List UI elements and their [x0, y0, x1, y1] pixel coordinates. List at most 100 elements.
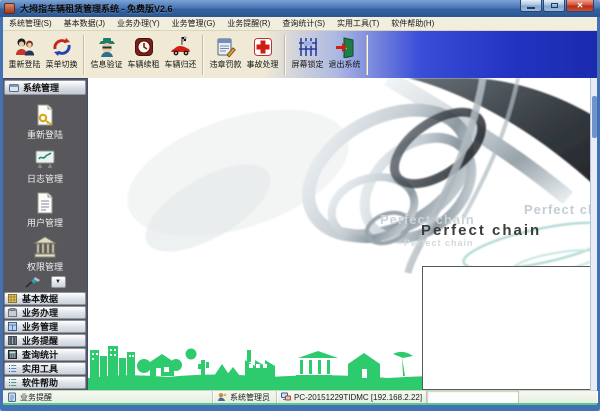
- status-filler: [519, 391, 597, 403]
- status-empty-panel: [427, 391, 519, 403]
- toolbar-exit[interactable]: 退出系统: [326, 34, 363, 76]
- sidebar: 系统管理 重新登陆 日志管理: [3, 78, 88, 390]
- sidebar-section-label: 实用工具: [22, 362, 58, 375]
- sidebar-item-label: 重新登陆: [27, 128, 63, 141]
- menu-system[interactable]: 系统管理(S): [3, 17, 58, 30]
- help-list-icon: [8, 378, 17, 387]
- sidebar-item-user[interactable]: 用户管理: [3, 188, 87, 232]
- toolbar-screen-lock[interactable]: 屏幕锁定: [289, 34, 326, 76]
- violation-fine-form-icon: [215, 36, 237, 58]
- toolbar-relogin[interactable]: 重新登陆: [6, 34, 43, 76]
- toolbar-label: 屏幕锁定: [292, 59, 324, 70]
- status-bar: 业务提醒 系统管理员 PC-20151229TIDMC [192.168.2.2…: [3, 390, 597, 405]
- network-computer-icon: [281, 392, 291, 402]
- sidebar-item-permission[interactable]: 权限管理: [3, 232, 87, 276]
- system-management-icon: [9, 83, 19, 93]
- toolbar-label: 信息验证: [91, 59, 123, 70]
- toolbar-separator: [284, 35, 286, 75]
- minimize-icon: [527, 7, 535, 9]
- sidebar-section-query-stats[interactable]: 查询统计: [4, 348, 86, 361]
- permission-bank-icon: [33, 235, 57, 259]
- app-icon: [4, 3, 15, 14]
- toolbar-separator: [83, 35, 85, 75]
- blank-panel: [422, 266, 594, 390]
- sidebar-section-business-manage[interactable]: 业务管理: [4, 320, 86, 333]
- business-handle-icon: [8, 308, 17, 317]
- toolbar-label: 车辆续租: [128, 59, 160, 70]
- menu-business-handle[interactable]: 业务办理(Y): [111, 17, 166, 30]
- toolbar-vehicle-return[interactable]: 车辆归还: [162, 34, 199, 76]
- menu-basic-data[interactable]: 基本数据(J): [58, 17, 111, 30]
- sidebar-section-label: 业务管理: [22, 320, 58, 333]
- sidebar-section-basic-data[interactable]: 基本数据: [4, 292, 86, 305]
- toolbar-separator: [366, 35, 368, 75]
- toolbar-accident[interactable]: 事故处理: [244, 34, 281, 76]
- minimize-button[interactable]: [520, 0, 542, 12]
- accident-red-cross-icon: [252, 36, 274, 58]
- sidebar-item-relogin[interactable]: 重新登陆: [3, 100, 87, 144]
- menu-tools[interactable]: 实用工具(T): [331, 17, 385, 30]
- sidebar-section-system[interactable]: 系统管理: [4, 80, 86, 95]
- vehicle-renew-clock-icon: [133, 36, 155, 58]
- close-button[interactable]: ✕: [566, 0, 594, 12]
- tools-list-icon: [8, 364, 17, 373]
- watermark-title-text: Perfect chain: [421, 222, 541, 239]
- sidebar-item-label: 用户管理: [27, 216, 63, 229]
- reminder-clipboard-icon: [7, 392, 17, 402]
- brush-icon: [25, 276, 41, 288]
- watermark-echo-text: Perfect chain: [524, 202, 597, 217]
- menu-business-remind[interactable]: 业务提醒(R): [221, 17, 276, 30]
- business-remind-icon: [8, 336, 17, 345]
- sidebar-tool-row: ▼: [3, 276, 87, 288]
- sidebar-section-business-handle[interactable]: 业务办理: [4, 306, 86, 319]
- toolbar-label: 菜单切换: [46, 59, 78, 70]
- sidebar-section-label: 系统管理: [23, 81, 59, 94]
- menu-business-manage[interactable]: 业务管理(G): [166, 17, 222, 30]
- scrollbar-thumb[interactable]: [592, 96, 597, 138]
- sidebar-section-tools[interactable]: 实用工具: [4, 362, 86, 375]
- toolbar-separator: [202, 35, 204, 75]
- toolbar-label: 退出系统: [329, 59, 361, 70]
- toolbar-label: 事故处理: [247, 59, 279, 70]
- relogin-key-page-icon: [33, 103, 57, 127]
- menu-help[interactable]: 软件帮助(H): [385, 17, 440, 30]
- toolbar-label: 重新登陆: [9, 59, 41, 70]
- toolbar: 重新登陆 菜单切换 信息验证: [3, 31, 597, 78]
- sidebar-top-strip: [3, 78, 87, 79]
- sidebar-dropdown-button[interactable]: ▼: [51, 276, 66, 288]
- sidebar-section-business-remind[interactable]: 业务提醒: [4, 334, 86, 347]
- sidebar-item-log[interactable]: 日志管理: [3, 144, 87, 188]
- vertical-scrollbar[interactable]: [590, 78, 597, 390]
- status-business-remind: 业务提醒: [3, 391, 213, 403]
- query-stats-icon: [8, 350, 17, 359]
- window-title: 大拇指车辆租赁管理系统 - 免费版V2.6: [20, 2, 173, 15]
- business-manage-icon: [8, 322, 17, 331]
- sidebar-item-label: 日志管理: [27, 172, 63, 185]
- title-bar: 大拇指车辆租赁管理系统 - 免费版V2.6 ✕: [0, 0, 600, 17]
- screen-lock-grid-icon: [297, 36, 319, 58]
- toolbar-vehicle-renew[interactable]: 车辆续租: [125, 34, 162, 76]
- status-left-label: 业务提醒: [20, 392, 52, 403]
- exit-door-icon: [334, 36, 356, 58]
- basic-data-icon: [8, 294, 17, 303]
- menu-query-stats[interactable]: 查询统计(S): [276, 17, 331, 30]
- menu-bar: 系统管理(S) 基本数据(J) 业务办理(Y) 业务管理(G) 业务提醒(R) …: [3, 17, 597, 31]
- toolbar-violation-fine[interactable]: 违章罚款: [207, 34, 244, 76]
- toolbar-label: 车辆归还: [165, 59, 197, 70]
- status-user-label: 系统管理员: [230, 392, 270, 403]
- toolbar-info-verify[interactable]: 信息验证: [88, 34, 125, 76]
- relogin-users-icon: [14, 36, 36, 58]
- maximize-button[interactable]: [543, 0, 565, 12]
- maximize-icon: [551, 3, 558, 8]
- sidebar-section-label: 查询统计: [22, 348, 58, 361]
- sidebar-section-help[interactable]: 软件帮助: [4, 376, 86, 389]
- vehicle-return-car-icon: [170, 36, 192, 58]
- administrator-icon: [217, 392, 227, 402]
- sidebar-section-label: 业务办理: [22, 306, 58, 319]
- toolbar-menu-switch[interactable]: 菜单切换: [43, 34, 80, 76]
- sidebar-item-label: 权限管理: [27, 260, 63, 273]
- status-host-label: PC-20151229TIDMC [192.168.2.22]: [294, 393, 422, 402]
- sidebar-accordion: 基本数据 业务办理 业务管理 业务提醒 查询统计 实用工具: [3, 291, 87, 390]
- user-document-icon: [33, 191, 57, 215]
- close-icon: ✕: [577, 2, 584, 10]
